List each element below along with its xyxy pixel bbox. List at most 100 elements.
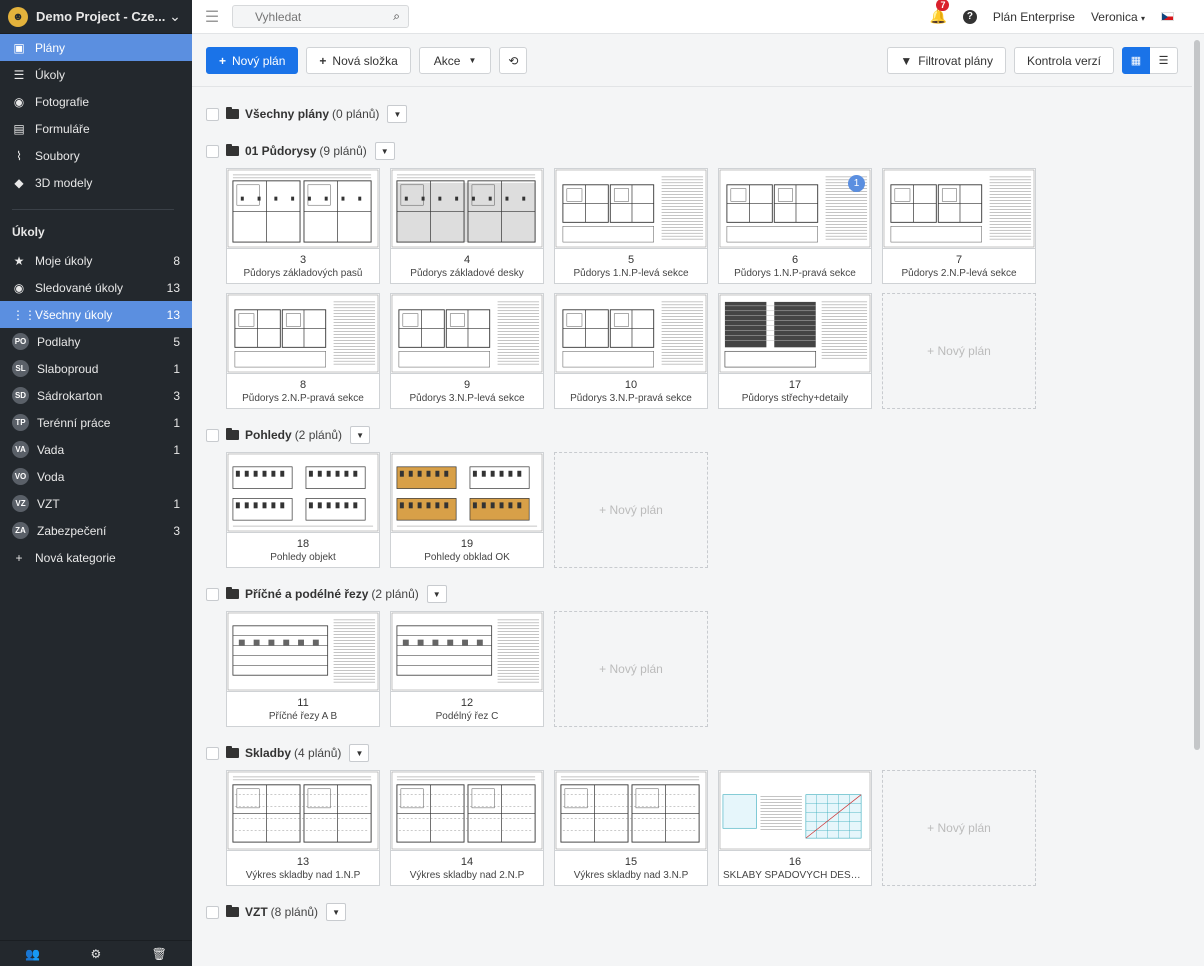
plan-thumbnail[interactable] [555, 771, 707, 851]
plan-number: 13 [296, 856, 310, 868]
plan-card[interactable]: 9 Půdorys 3.N.P-levá sekce [390, 293, 544, 409]
plan-thumbnail[interactable] [227, 612, 379, 692]
search-icon[interactable]: ⌕ [393, 9, 400, 24]
actions-dropdown[interactable]: Akce ▼ [418, 47, 492, 74]
plan-card[interactable]: 14 Výkres skladby nad 2.N.P [390, 770, 544, 886]
task-category-item[interactable]: VA Vada 1 [0, 436, 192, 463]
plan-thumbnail[interactable] [555, 294, 707, 374]
folder-name[interactable]: 01 Půdorysy [245, 144, 316, 158]
folder-checkbox[interactable] [206, 746, 219, 760]
project-selector[interactable]: ☻ Demo Project - Cze... ⌄ [0, 0, 192, 34]
task-category-item[interactable]: SL Slaboproud 1 [0, 355, 192, 382]
plan-thumbnail[interactable] [227, 771, 379, 851]
plan-card[interactable]: 8 Půdorys 2.N.P-pravá sekce [226, 293, 380, 409]
plan-thumbnail[interactable] [391, 169, 543, 249]
search-input[interactable] [255, 9, 394, 24]
folder-checkbox[interactable] [206, 107, 219, 121]
plan-card[interactable]: 17 Půdorys střechy+detaily [718, 293, 872, 409]
plan-thumbnail[interactable] [555, 169, 707, 249]
bell-icon[interactable]: 🔔 7 [929, 0, 950, 25]
task-pin-badge[interactable]: 1 [848, 175, 865, 192]
list-view-icon[interactable]: ☰ [1150, 47, 1178, 74]
plan-thumbnail[interactable] [719, 771, 871, 851]
folder-dropdown-button[interactable]: ▼ [374, 142, 395, 160]
plan-card[interactable]: 12 Podélný řez C [390, 611, 544, 727]
nav-item-label: Formuláře [35, 121, 90, 136]
folder-checkbox[interactable] [206, 905, 219, 919]
plan-thumbnail[interactable] [227, 169, 379, 249]
task-category-item[interactable]: VZ VZT 1 [0, 490, 192, 517]
task-category-item[interactable]: ★ Moje úkoly 8 [0, 247, 192, 274]
plan-card[interactable]: 1 6 Půdorys 1.N.P-pravá sekce [718, 168, 872, 284]
plan-card[interactable]: 19 Pohledy obklad OK [390, 452, 544, 568]
gear-icon[interactable]: ⚙ [90, 947, 101, 961]
plan-card[interactable]: 13 Výkres skladby nad 1.N.P [226, 770, 380, 886]
plan-thumbnail[interactable] [227, 453, 379, 533]
help-icon[interactable]: ? [962, 9, 977, 24]
plan-card[interactable]: 15 Výkres skladby nad 3.N.P [554, 770, 708, 886]
plan-card[interactable]: 16 SKLABY SPÁDOVÝCH DESEK... [718, 770, 872, 886]
nav-item-list[interactable]: ☰ Úkoly [0, 61, 192, 88]
task-category-item[interactable]: PO Podlahy 5 [0, 328, 192, 355]
task-category-item[interactable]: ◉ Sledované úkoly 13 [0, 274, 192, 301]
nav-item-cube[interactable]: ◆ 3D modely [0, 169, 192, 196]
nav-item-plans[interactable]: ▣ Plány [0, 34, 192, 61]
folder-checkbox[interactable] [206, 144, 219, 158]
plan-card[interactable]: 11 Příčné řezy A B [226, 611, 380, 727]
plan-card[interactable]: 4 Půdorys základové desky [390, 168, 544, 284]
plan-card[interactable]: 5 Půdorys 1.N.P-levá sekce [554, 168, 708, 284]
plan-thumbnail[interactable] [719, 294, 871, 374]
nav-item-camera[interactable]: ◉ Fotografie [0, 88, 192, 115]
plan-thumbnail[interactable] [391, 771, 543, 851]
plan-thumbnail[interactable] [227, 294, 379, 374]
plan-thumbnail[interactable] [391, 453, 543, 533]
folder-checkbox[interactable] [206, 587, 219, 601]
category-badge: VZ [12, 495, 29, 512]
plan-card[interactable]: 3 Půdorys základových pasů [226, 168, 380, 284]
task-count: 1 [173, 415, 180, 430]
task-category-item[interactable]: TP Terénní práce 1 [0, 409, 192, 436]
plan-card[interactable]: 18 Pohledy objekt [226, 452, 380, 568]
folder-name[interactable]: VZT [245, 905, 268, 919]
task-category-item[interactable]: SD Sádrokarton 3 [0, 382, 192, 409]
czech-flag-icon[interactable] [1161, 12, 1174, 21]
users-icon[interactable]: 👥 [25, 947, 40, 961]
grid-view-icon[interactable]: ▦ [1122, 47, 1150, 74]
new-folder-button[interactable]: + Nová složka [306, 47, 411, 74]
new-plan-button[interactable]: + Nový plán [206, 47, 299, 74]
task-category-item[interactable]: ⋮⋮ Všechny úkoly 13 [0, 301, 192, 328]
folder-name[interactable]: Příčné a podélné řezy [245, 587, 368, 601]
folder-checkbox[interactable] [206, 428, 219, 442]
folder-dropdown-button[interactable]: ▼ [426, 585, 447, 603]
plan-thumbnail[interactable]: 1 [719, 169, 871, 249]
folder-name[interactable]: Skladby [245, 746, 291, 760]
new-category-button[interactable]: + Nová kategorie [0, 544, 192, 571]
plan-thumbnail[interactable] [391, 294, 543, 374]
new-plan-tile[interactable]: + Nový plán [554, 611, 708, 727]
task-category-item[interactable]: VO Voda [0, 463, 192, 490]
scrollbar[interactable] [1194, 40, 1200, 750]
menu-icon[interactable]: ☰ [192, 7, 232, 27]
version-check-button[interactable]: Kontrola verzí [1013, 47, 1114, 74]
plan-card[interactable]: 7 Půdorys 2.N.P-levá sekce [882, 168, 1036, 284]
plan-link[interactable]: Plán Enterprise [993, 10, 1075, 24]
folder-name[interactable]: Pohledy [245, 428, 292, 442]
user-menu[interactable]: Veronica ▾ [1091, 10, 1145, 24]
plan-card[interactable]: 10 Půdorys 3.N.P-pravá sekce [554, 293, 708, 409]
plan-thumbnail[interactable] [883, 169, 1035, 249]
folder-dropdown-button[interactable]: ▼ [350, 426, 371, 444]
new-plan-tile[interactable]: + Nový plán [882, 293, 1036, 409]
task-category-item[interactable]: ZA Zabezpečení 3 [0, 517, 192, 544]
folder-name[interactable]: Všechny plány [245, 107, 329, 121]
nav-item-clipboard[interactable]: ▤ Formuláře [0, 115, 192, 142]
folder-dropdown-button[interactable]: ▼ [349, 744, 370, 762]
new-plan-tile[interactable]: + Nový plán [554, 452, 708, 568]
filter-plans-button[interactable]: ▼ Filtrovat plány [887, 47, 1006, 74]
folder-dropdown-button[interactable]: ▼ [387, 105, 408, 123]
new-plan-tile[interactable]: + Nový plán [882, 770, 1036, 886]
trash-icon[interactable]: 🗑 [152, 947, 167, 961]
folder-dropdown-button[interactable]: ▼ [326, 903, 347, 921]
plan-thumbnail[interactable] [391, 612, 543, 692]
history-button[interactable]: ⟲ [499, 47, 528, 74]
nav-item-paperclip[interactable]: ⌇ Soubory [0, 142, 192, 169]
